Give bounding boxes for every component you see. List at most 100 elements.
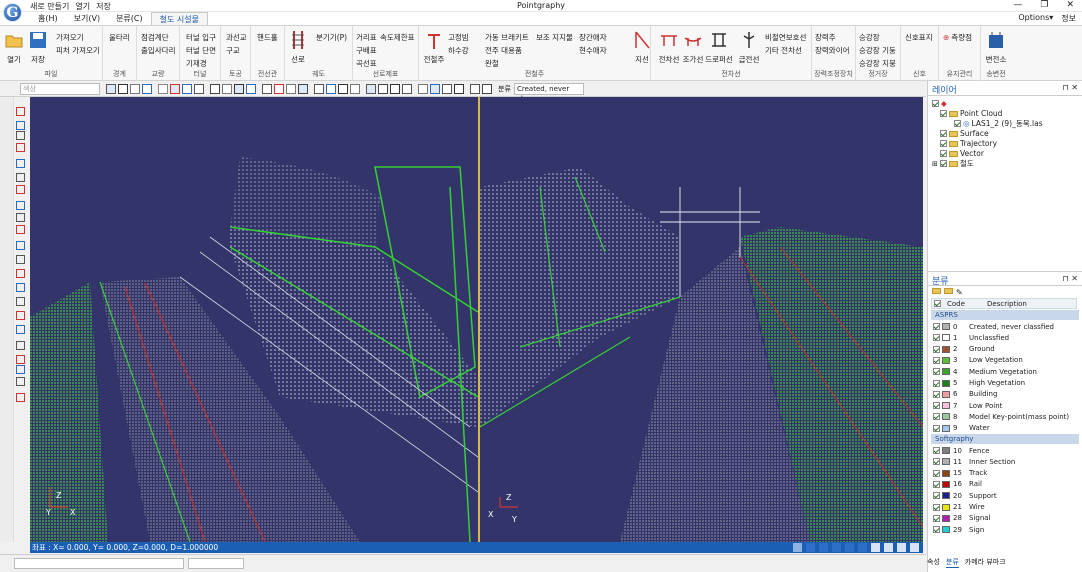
culvert-button[interactable]: 구교 [226, 45, 240, 56]
navigation-tool-icon[interactable] [16, 311, 25, 320]
class-checkbox[interactable] [933, 334, 940, 342]
status-tool-icon[interactable] [910, 543, 919, 552]
status-tool-icon[interactable] [897, 543, 906, 552]
open-button[interactable]: 열기 [4, 30, 24, 65]
guy-wire-button[interactable]: 지선 [631, 30, 653, 65]
tab-view[interactable]: 보기(V) [66, 12, 108, 25]
crossarm-button[interactable]: 완철 [485, 58, 499, 69]
other-wire-button[interactable]: 기타 전차선 [765, 45, 802, 56]
maximize-button[interactable]: ❐ [1040, 0, 1048, 10]
navigation-tool-icon[interactable] [16, 341, 25, 350]
class-checkbox[interactable] [933, 458, 940, 466]
class-row[interactable]: 16 Rail [931, 479, 1077, 490]
class-checkbox[interactable] [933, 345, 940, 353]
gradient-sign-button[interactable]: 구배표 [356, 45, 377, 56]
navigation-tool-icon[interactable] [16, 297, 25, 306]
navigation-tool-icon[interactable] [16, 377, 25, 386]
navigation-tool-icon[interactable] [16, 355, 25, 364]
contact-wire-button[interactable]: 전차선 [657, 30, 681, 65]
view-tool-icon[interactable] [366, 84, 376, 94]
view-tool-icon[interactable] [298, 84, 308, 94]
class-color-swatch[interactable] [942, 469, 950, 477]
class-color-swatch[interactable] [942, 514, 950, 522]
tab-classify-panel[interactable]: 분류 [945, 557, 959, 568]
class-color-swatch[interactable] [942, 447, 950, 454]
layer-trajectory[interactable]: Trajectory [940, 139, 997, 148]
class-checkbox[interactable] [933, 424, 940, 432]
class-checkbox[interactable] [933, 514, 940, 522]
class-row[interactable]: 6 Building [931, 389, 1077, 400]
class-color-swatch[interactable] [942, 345, 950, 353]
layer-point-cloud[interactable]: Point Cloud [940, 109, 1002, 118]
tunnel-entrance-button[interactable]: 터널 입구 [186, 32, 216, 43]
tab-properties[interactable]: 속성 [927, 557, 940, 568]
view-tool-icon[interactable] [378, 84, 388, 94]
class-row[interactable]: 29 Sign [931, 524, 1077, 535]
navigation-tool-icon[interactable] [16, 255, 25, 264]
view-tool-icon[interactable] [350, 84, 360, 94]
class-color-swatch[interactable] [942, 413, 950, 421]
feeder-wire-button[interactable]: 급전선 [737, 30, 761, 65]
class-checkbox[interactable] [933, 480, 940, 488]
edit-icon[interactable]: ✎ [956, 288, 963, 297]
navigation-tool-icon[interactable] [16, 159, 25, 168]
class-color-swatch[interactable] [942, 390, 950, 398]
class-row[interactable]: 5 High Vegetation [931, 378, 1077, 389]
navigation-tool-icon[interactable] [16, 121, 25, 130]
class-color-swatch[interactable] [942, 492, 950, 500]
navigation-tool-icon[interactable] [16, 173, 25, 182]
class-row[interactable]: 4 Medium Vegetation [931, 366, 1077, 377]
class-row[interactable]: 3 Low Vegetation [931, 355, 1077, 366]
pole-substitute-button[interactable]: 전주 대용품 [485, 45, 522, 56]
tab-camera-bookmark[interactable]: 카메라 뷰마크 [965, 557, 1006, 568]
view-tool-icon[interactable] [454, 84, 464, 94]
status-tool-icon[interactable] [845, 543, 854, 552]
point-cloud-viewport[interactable]: Z Y X Z X Y [30, 97, 923, 542]
view-tool-icon[interactable] [170, 84, 180, 94]
class-color-swatch[interactable] [942, 368, 950, 376]
tunnel-misc-button[interactable]: 기재경 [186, 58, 207, 69]
command-input[interactable] [14, 558, 184, 569]
class-row[interactable]: 8 Model Key-point(mass point) [931, 411, 1077, 422]
status-tool-icon[interactable] [793, 543, 802, 552]
class-color-swatch[interactable] [942, 526, 950, 534]
class-checkbox[interactable] [933, 469, 940, 477]
layer-vector[interactable]: Vector [940, 149, 984, 158]
navigation-tool-icon[interactable] [16, 131, 25, 140]
view-tool-icon[interactable] [418, 84, 428, 94]
platform-roof-button[interactable]: 승강장 지붕 [859, 58, 896, 69]
class-row[interactable]: 2 Ground [931, 344, 1077, 355]
class-checkbox[interactable] [933, 413, 940, 421]
close-button[interactable]: ✕ [1066, 0, 1074, 10]
pin-icon[interactable]: ⊓ ✕ [1063, 274, 1079, 283]
app-logo-icon[interactable]: G [3, 3, 22, 22]
class-row[interactable]: 21 Wire [931, 502, 1077, 513]
status-tool-icon[interactable] [884, 543, 893, 552]
minimize-button[interactable]: — [1013, 0, 1022, 10]
class-color-swatch[interactable] [942, 458, 950, 466]
class-checkbox[interactable] [933, 447, 940, 454]
long-insulator-button[interactable]: 장간애자 [579, 32, 607, 43]
catenary-pole-button[interactable]: 전철주 [423, 30, 445, 65]
view-tool-icon[interactable] [442, 84, 452, 94]
view-tool-icon[interactable] [274, 84, 284, 94]
view-tool-icon[interactable] [118, 84, 128, 94]
view-tool-icon[interactable] [430, 84, 440, 94]
mode-select[interactable] [188, 558, 244, 569]
navigation-tool-icon[interactable] [16, 185, 25, 194]
access-ladder-button[interactable]: 출입사다리 [141, 45, 176, 56]
view-tool-icon[interactable] [182, 84, 192, 94]
view-tool-icon[interactable] [210, 84, 220, 94]
navigation-tool-icon[interactable] [16, 213, 25, 222]
navigation-tool-icon[interactable] [16, 107, 25, 116]
class-checkbox[interactable] [933, 526, 940, 534]
platform-column-button[interactable]: 승강장 기둥 [859, 45, 896, 56]
group-header[interactable]: Softgraphy [931, 434, 1079, 444]
navigation-tool-icon[interactable] [16, 201, 25, 210]
view-tool-icon[interactable] [130, 84, 140, 94]
layer-las-file[interactable]: ◎ LAS1_2 (9)_동북.las [954, 119, 1043, 128]
navigation-tool-icon[interactable] [16, 241, 25, 250]
folder-icon[interactable] [944, 288, 953, 294]
substation-button[interactable]: 변전소 [984, 30, 1008, 65]
viewport-right[interactable]: Z X Y [480, 97, 923, 542]
